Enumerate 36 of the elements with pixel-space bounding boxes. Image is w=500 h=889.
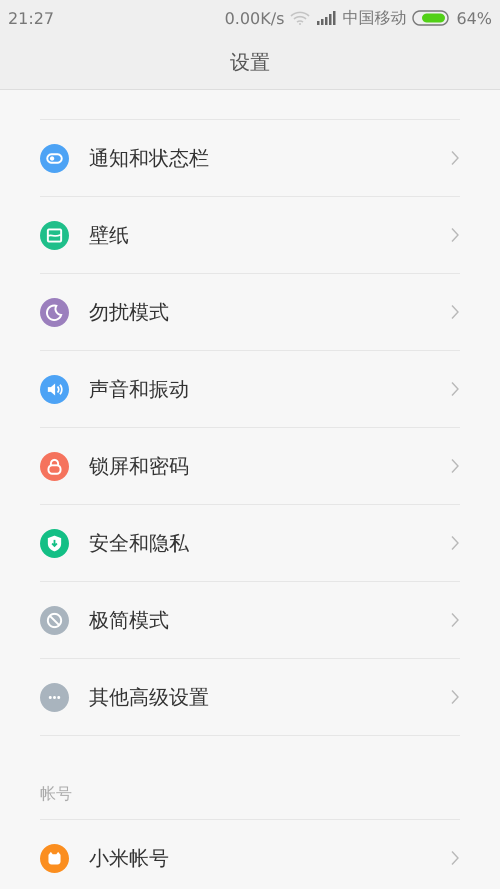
settings-row[interactable]: 勿扰模式 — [40, 274, 460, 351]
screen-title: 设置 — [230, 49, 270, 76]
row-label: 其他高级设置 — [89, 684, 210, 710]
settings-row[interactable]: 通知和状态栏 — [40, 120, 460, 197]
chevron-icon — [450, 535, 460, 551]
wifi-icon — [290, 11, 310, 25]
settings-row[interactable]: 极简模式 — [40, 582, 460, 659]
settings-row[interactable]: 安全和隐私 — [40, 505, 460, 582]
settings-row[interactable]: 声音和振动 — [40, 351, 460, 428]
battery-icon — [412, 10, 450, 26]
row-label: 小米帐号 — [89, 844, 170, 872]
row-label: 极简模式 — [89, 606, 170, 634]
network-speed: 0.00K/s — [224, 8, 284, 28]
settings-row[interactable]: 壁纸 — [40, 197, 460, 274]
row-label: 壁纸 — [89, 222, 130, 248]
chevron-icon — [450, 150, 460, 166]
settings-row[interactable]: 其他高级设置 — [40, 659, 460, 736]
section-header: 帐号 — [40, 784, 73, 805]
row-label: 锁屏和密码 — [89, 452, 190, 480]
chevron-icon — [450, 689, 460, 705]
chevron-icon — [450, 612, 460, 628]
row-label: 勿扰模式 — [89, 298, 170, 326]
row-label: 安全和隐私 — [89, 530, 190, 556]
row-label: 声音和振动 — [89, 376, 190, 402]
chevron-icon — [450, 304, 460, 320]
settings-row[interactable]: 锁屏和密码 — [40, 428, 460, 505]
clock-time: 21:27 — [8, 8, 54, 28]
chevron-icon — [450, 227, 460, 243]
row-label: 通知和状态栏 — [89, 144, 210, 172]
chevron-icon — [450, 850, 460, 866]
chevron-icon — [450, 381, 460, 397]
settings-row[interactable]: 小米帐号 — [40, 820, 460, 889]
signal-icon — [316, 11, 336, 25]
battery-percent: 64% — [456, 8, 492, 28]
carrier-name: 中国移动 — [342, 8, 406, 28]
chevron-icon — [450, 458, 460, 474]
